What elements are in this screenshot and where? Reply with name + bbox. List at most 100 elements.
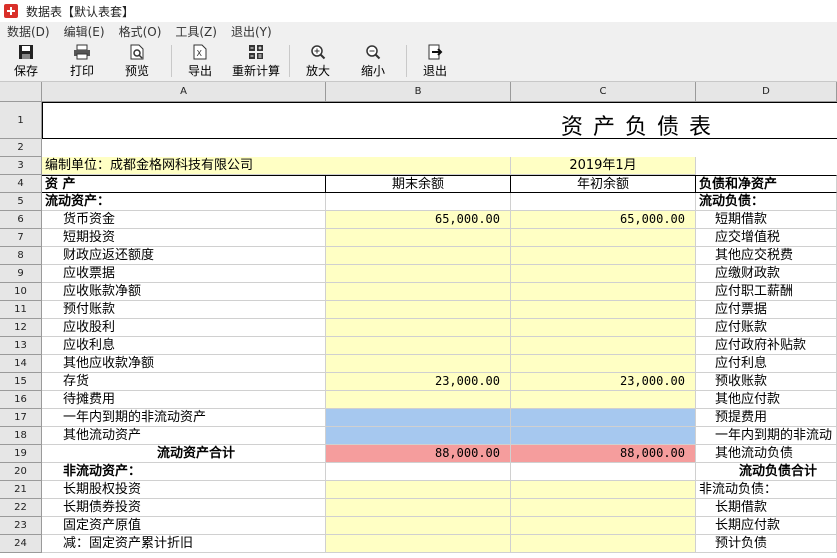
ending-balance-cell[interactable]	[326, 337, 511, 355]
liability-name-cell[interactable]: 流动负债：	[696, 193, 837, 211]
menu-edit[interactable]: 编辑(E)	[57, 23, 112, 40]
beginning-balance-cell[interactable]: 65,000.00	[511, 211, 696, 229]
liability-name-cell[interactable]: 应付利息	[696, 355, 837, 373]
menu-format[interactable]: 格式(O)	[112, 23, 169, 40]
beginning-balance-cell[interactable]	[511, 481, 696, 499]
beginning-balance-cell[interactable]: 23,000.00	[511, 373, 696, 391]
beginning-balance-cell[interactable]	[511, 193, 696, 211]
row-header[interactable]: 7	[0, 229, 42, 247]
liability-name-cell[interactable]: 其他应交税费	[696, 247, 837, 265]
row-header[interactable]: 21	[0, 481, 42, 499]
beginning-balance-cell[interactable]	[511, 409, 696, 427]
beginning-balance-cell[interactable]	[511, 499, 696, 517]
row-header[interactable]: 10	[0, 283, 42, 301]
beginning-balance-cell[interactable]	[511, 265, 696, 283]
beginning-balance-cell[interactable]	[511, 337, 696, 355]
beginning-balance-cell[interactable]	[511, 535, 696, 553]
column-header-a[interactable]: A	[42, 82, 326, 102]
liability-name-cell[interactable]: 长期应付款	[696, 517, 837, 535]
liability-name-cell[interactable]: 长期借款	[696, 499, 837, 517]
beginning-balance-cell[interactable]	[511, 517, 696, 535]
beginning-balance-cell[interactable]	[511, 427, 696, 445]
ending-balance-cell[interactable]	[326, 265, 511, 283]
beginning-balance-cell[interactable]	[511, 283, 696, 301]
save-button[interactable]: 保存	[14, 43, 38, 79]
title-cell[interactable]: 资产负债表	[42, 102, 837, 140]
ending-balance-cell[interactable]: 65,000.00	[326, 211, 511, 229]
ending-balance-cell[interactable]	[326, 301, 511, 319]
asset-name-cell[interactable]: 长期债券投资	[42, 499, 326, 517]
liability-name-cell[interactable]: 一年内到期的非流动	[696, 427, 837, 445]
liability-name-cell[interactable]: 非流动负债：	[696, 481, 837, 499]
beginning-balance-cell[interactable]	[511, 319, 696, 337]
asset-name-cell[interactable]: 应收票据	[42, 265, 326, 283]
ending-balance-cell[interactable]	[326, 391, 511, 409]
unit-label-cell[interactable]: 编制单位：成都金格网科技有限公司	[42, 157, 511, 175]
asset-name-cell[interactable]: 非流动资产：	[42, 463, 326, 481]
row-header[interactable]: 13	[0, 337, 42, 355]
row-header[interactable]: 24	[0, 535, 42, 553]
header-beginning-balance[interactable]: 年初余额	[511, 175, 696, 193]
ending-balance-cell[interactable]	[326, 409, 511, 427]
asset-name-cell[interactable]: 短期投资	[42, 229, 326, 247]
asset-name-cell[interactable]: 流动资产：	[42, 193, 326, 211]
ending-balance-cell[interactable]	[326, 193, 511, 211]
row-header[interactable]: 2	[0, 139, 42, 157]
menu-tools[interactable]: 工具(Z)	[168, 23, 224, 40]
column-header-b[interactable]: B	[326, 82, 511, 102]
row-header[interactable]: 5	[0, 193, 42, 211]
asset-name-cell[interactable]: 应收账款净额	[42, 283, 326, 301]
row-header[interactable]: 22	[0, 499, 42, 517]
row-header[interactable]: 15	[0, 373, 42, 391]
liability-name-cell[interactable]: 流动负债合计	[696, 463, 837, 481]
liability-name-cell[interactable]: 应付政府补贴款	[696, 337, 837, 355]
beginning-balance-cell[interactable]	[511, 391, 696, 409]
beginning-balance-cell[interactable]: 88,000.00	[511, 445, 696, 463]
ending-balance-cell[interactable]: 88,000.00	[326, 445, 511, 463]
liability-name-cell[interactable]: 应付票据	[696, 301, 837, 319]
asset-name-cell[interactable]: 其他应收款净额	[42, 355, 326, 373]
row-header[interactable]: 18	[0, 427, 42, 445]
asset-name-cell[interactable]: 应收股利	[42, 319, 326, 337]
row-header[interactable]: 11	[0, 301, 42, 319]
liability-name-cell[interactable]: 预提费用	[696, 409, 837, 427]
ending-balance-cell[interactable]	[326, 499, 511, 517]
zoom-out-button[interactable]: 缩小	[361, 43, 385, 79]
zoom-in-button[interactable]: 放大	[306, 43, 330, 79]
ending-balance-cell[interactable]	[326, 319, 511, 337]
row-header[interactable]: 17	[0, 409, 42, 427]
asset-name-cell[interactable]: 固定资产原值	[42, 517, 326, 535]
asset-name-cell[interactable]: 减：固定资产累计折旧	[42, 535, 326, 553]
asset-name-cell[interactable]: 长期股权投资	[42, 481, 326, 499]
liability-name-cell[interactable]: 其他流动负债	[696, 445, 837, 463]
liability-name-cell[interactable]: 应交增值税	[696, 229, 837, 247]
beginning-balance-cell[interactable]	[511, 463, 696, 481]
row-header[interactable]: 14	[0, 355, 42, 373]
liability-name-cell[interactable]: 短期借款	[696, 211, 837, 229]
liability-name-cell[interactable]: 预收账款	[696, 373, 837, 391]
ending-balance-cell[interactable]: 23,000.00	[326, 373, 511, 391]
row-header[interactable]: 8	[0, 247, 42, 265]
preview-button[interactable]: 预览	[125, 43, 149, 79]
ending-balance-cell[interactable]	[326, 427, 511, 445]
liability-name-cell[interactable]: 预计负债	[696, 535, 837, 553]
ending-balance-cell[interactable]	[326, 481, 511, 499]
recalculate-button[interactable]: 重新计算	[232, 43, 280, 79]
asset-name-cell[interactable]: 存货	[42, 373, 326, 391]
liability-name-cell[interactable]: 应付职工薪酬	[696, 283, 837, 301]
asset-name-cell[interactable]: 应收利息	[42, 337, 326, 355]
asset-name-cell[interactable]: 预付账款	[42, 301, 326, 319]
menu-data[interactable]: 数据(D)	[0, 23, 57, 40]
beginning-balance-cell[interactable]	[511, 247, 696, 265]
ending-balance-cell[interactable]	[326, 283, 511, 301]
row-header[interactable]: 16	[0, 391, 42, 409]
header-assets[interactable]: 资 产	[42, 175, 326, 193]
row-header[interactable]: 12	[0, 319, 42, 337]
exit-button[interactable]: 退出	[423, 43, 447, 79]
ending-balance-cell[interactable]	[326, 355, 511, 373]
asset-name-cell[interactable]: 其他流动资产	[42, 427, 326, 445]
ending-balance-cell[interactable]	[326, 517, 511, 535]
print-button[interactable]: 打印	[70, 43, 94, 79]
asset-name-cell[interactable]: 财政应返还额度	[42, 247, 326, 265]
asset-name-cell[interactable]: 待摊费用	[42, 391, 326, 409]
